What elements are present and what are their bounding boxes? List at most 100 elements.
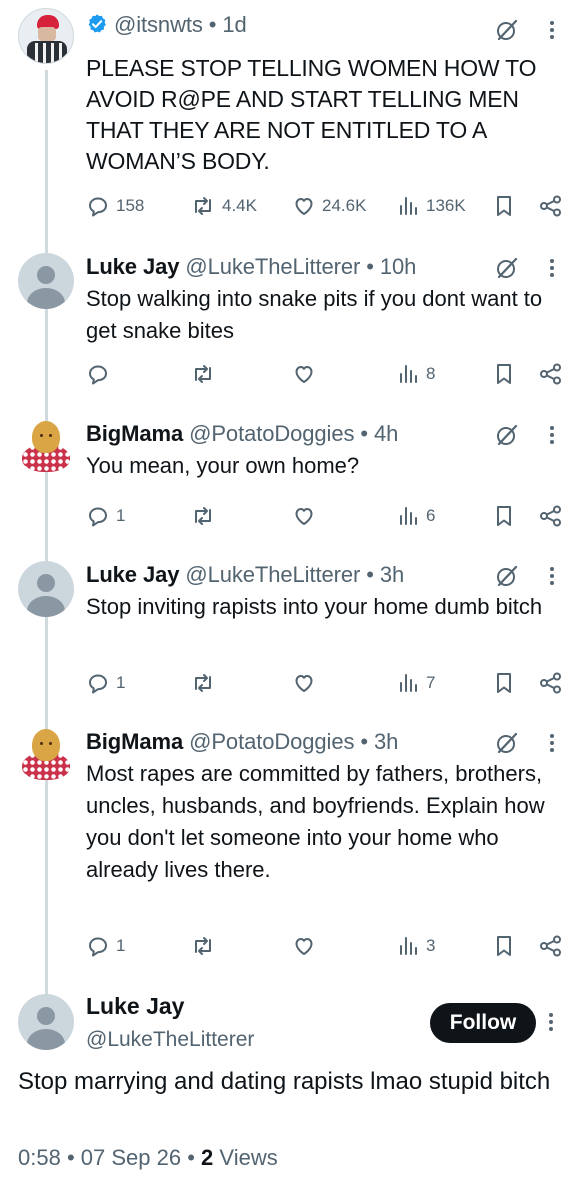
like-button[interactable] [292,931,322,961]
repost-icon [195,507,211,525]
views-count: 3 [426,936,436,955]
share-button[interactable] [538,668,564,698]
separator-dot: • [187,1145,195,1170]
like-button[interactable]: 24.6K [292,191,366,221]
avatar[interactable] [18,418,74,474]
like-count: 24.6K [322,196,367,215]
bookmark-icon [497,364,511,384]
reply-count: 1 [116,673,126,692]
reply-button[interactable]: 1 [86,668,125,698]
author-handle[interactable]: @LukeTheLitterer [185,562,360,587]
reply-button[interactable]: 1 [86,501,125,531]
bookmark-button[interactable] [494,501,514,531]
bookmark-button[interactable] [494,931,514,961]
avatar[interactable] [18,8,74,64]
views-count: 8 [426,364,436,383]
avatar[interactable] [18,253,74,309]
like-button[interactable] [292,359,322,389]
views-button[interactable]: 6 [398,501,435,531]
timestamp[interactable]: 3h [374,729,398,754]
author-handle[interactable]: @PotatoDoggies [189,729,354,754]
more-icon[interactable] [549,20,555,40]
views-button[interactable]: 3 [398,931,435,961]
thread-connector-line [45,70,48,995]
follow-button[interactable]: Follow [430,1003,536,1043]
avatar[interactable] [18,561,74,617]
repost-icon [195,674,211,692]
author-name[interactable]: Luke Jay [86,254,179,279]
grok-icon[interactable] [495,731,519,755]
tweet-text: You mean, your own home? [86,453,360,478]
author-handle[interactable]: @itsnwts [114,12,203,37]
more-icon[interactable] [549,258,555,278]
author-handle[interactable]: @PotatoDoggies [189,421,354,446]
author-handle[interactable]: @LukeTheLitterer [185,254,360,279]
views-count: 136K [426,196,466,215]
repost-icon [195,937,211,955]
author-name[interactable]: Luke Jay [86,562,179,587]
focus-avatar[interactable] [18,994,74,1050]
timestamp[interactable]: 3h [380,562,404,587]
timestamp[interactable]: 1d [222,12,246,37]
action-bar: 8 [86,359,566,389]
bookmark-button[interactable] [494,191,514,221]
like-icon [295,675,313,692]
repost-button[interactable] [190,931,222,961]
share-button[interactable] [538,191,564,221]
separator-dot: • [366,254,374,279]
repost-button[interactable] [190,668,222,698]
bookmark-icon [497,196,511,216]
more-icon[interactable] [549,566,555,586]
like-icon [295,508,313,525]
avatar[interactable] [18,726,74,782]
grok-icon[interactable] [495,423,519,447]
share-button[interactable] [538,501,564,531]
tweet-text: PLEASE STOP TELLING WOMEN HOW TO AVOID R… [86,55,537,174]
grok-icon[interactable] [495,18,519,42]
more-icon[interactable] [549,425,555,445]
share-icon [540,363,561,385]
views-button[interactable]: 136K [398,191,466,221]
reply-button[interactable]: 1 [86,931,125,961]
like-button[interactable] [292,668,322,698]
bookmark-icon [497,506,511,526]
separator-dot: • [360,421,369,446]
reply-count: 158 [116,196,145,215]
grok-icon[interactable] [495,256,519,280]
reply-button[interactable]: 158 [86,191,144,221]
views-button[interactable]: 7 [398,668,435,698]
like-button[interactable] [292,501,322,531]
reply-icon [89,507,107,527]
bookmark-button[interactable] [494,668,514,698]
post-time[interactable]: 0:58 [18,1145,61,1170]
share-button[interactable] [538,931,564,961]
views-icon [400,197,417,215]
timestamp[interactable]: 10h [380,254,417,279]
share-button[interactable] [538,359,564,389]
post-date[interactable]: 07 Sep 26 [81,1145,181,1170]
reply-button[interactable] [86,359,116,389]
repost-count: 4.4K [222,196,257,215]
bookmark-button[interactable] [494,359,514,389]
action-bar: 1 7 [86,668,566,698]
views-button[interactable]: 8 [398,359,435,389]
focus-author-name[interactable]: Luke Jay [86,993,184,1020]
share-icon [540,505,561,527]
repost-button[interactable] [190,501,222,531]
views-count: 6 [426,506,436,525]
action-bar: 158 4.4K 24.6K 136K [86,191,566,221]
share-icon [540,672,561,694]
author-name[interactable]: BigMama [86,729,183,754]
tweet-text: Most rapes are committed by fathers, bro… [86,761,545,882]
views-icon [400,937,417,955]
focus-tweet-text: Stop marrying and dating rapists lmao st… [18,1068,551,1095]
timestamp[interactable]: 4h [374,421,398,446]
views-count: 2 [201,1145,214,1170]
repost-button[interactable]: 4.4K [190,191,257,221]
more-icon[interactable] [548,1012,554,1037]
grok-icon[interactable] [495,564,519,588]
author-name[interactable]: BigMama [86,421,183,446]
more-icon[interactable] [549,733,555,753]
focus-author-handle[interactable]: @LukeTheLitterer [86,1028,254,1052]
repost-button[interactable] [190,359,222,389]
